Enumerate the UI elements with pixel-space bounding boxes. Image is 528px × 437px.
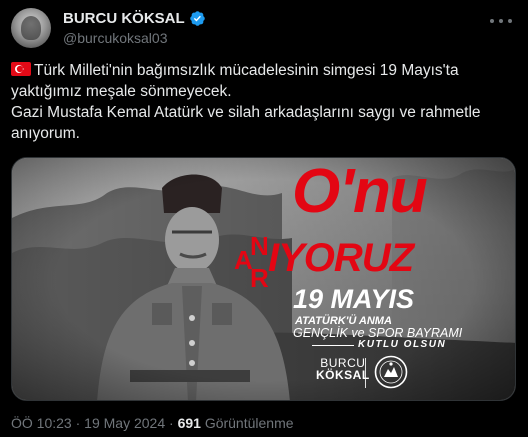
tweet-timestamp-row: ÖÖ 10:23 · 19 May 2024 · 691 Görüntülenm… (11, 415, 294, 431)
author-handle[interactable]: @burcukoksal03 (63, 30, 168, 46)
poster-iyoruz: IYORUZ (268, 236, 414, 280)
meta-separator: · (169, 415, 174, 431)
verified-badge-icon (189, 11, 205, 26)
author-name-row: BURCU KÖKSAL (63, 10, 206, 27)
author-display-name[interactable]: BURCU KÖKSAL (63, 10, 185, 27)
tweet-text-line2: Gazi Mustafa Kemal Atatürk ve silah arka… (11, 104, 481, 142)
views-label: Görüntülenme (204, 415, 294, 431)
poster-divider (312, 345, 354, 346)
poster-letter-n: N (250, 231, 269, 261)
brand-logo: BURCU KÖKSAL (316, 357, 370, 381)
tweet-time[interactable]: ÖÖ 10:23 (11, 415, 72, 431)
poster-date: 19 MAYIS (293, 284, 415, 314)
meta-separator: · (75, 415, 81, 431)
more-options-icon[interactable] (490, 12, 512, 30)
tweet-card: BURCU KÖKSAL @burcukoksal03 Türk Milleti… (0, 0, 528, 437)
logo-divider (365, 358, 366, 388)
poster-letter-r: R (250, 263, 269, 293)
poster-headline: O'nu (292, 157, 428, 226)
tweet-text-line1: Türk Milleti'nin bağımsızlık mücadelesin… (11, 62, 459, 100)
brand-logo-line2: KÖKSAL (316, 368, 370, 382)
views-count: 691 (177, 415, 201, 431)
avatar[interactable] (11, 8, 51, 48)
turkey-flag-icon (11, 62, 31, 76)
tweet-text: Türk Milleti'nin bağımsızlık mücadelesin… (11, 60, 516, 144)
poster-kutlu: KUTLU OLSUN (358, 339, 447, 350)
poster-genclik: GENÇLİK ve SPOR BAYRAMI (293, 326, 463, 340)
tweet-media-image[interactable]: O'nu A N R IYORUZ 19 MAYIS ATATÜRK'Ü ANM… (11, 157, 516, 401)
tweet-date[interactable]: 19 May 2024 (84, 415, 165, 431)
municipal-seal-icon (374, 355, 408, 389)
